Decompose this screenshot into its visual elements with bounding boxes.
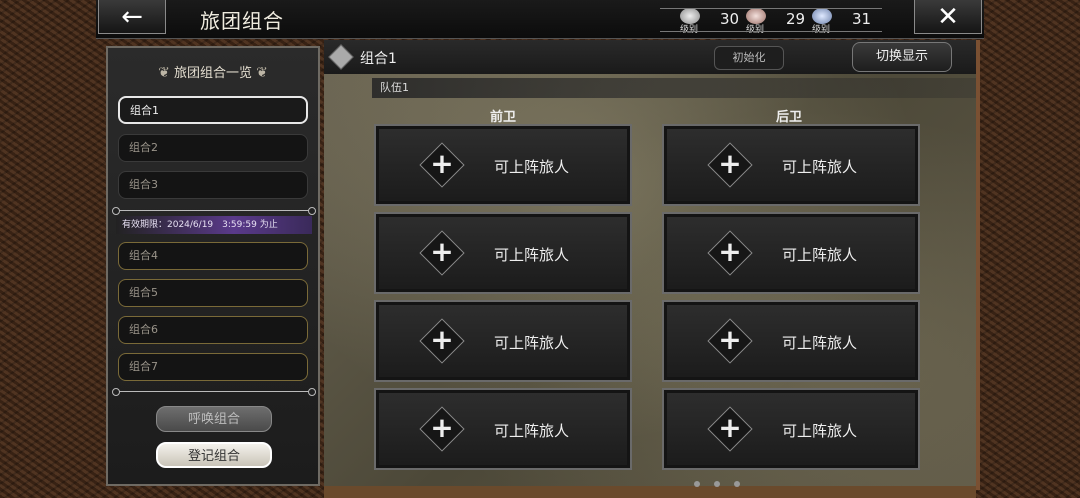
divider [112, 388, 316, 396]
close-button[interactable]: ✕ [914, 0, 982, 34]
combo-list-title: ❦ 旅团组合一览 ❦ [108, 62, 318, 81]
register-combo-button[interactable]: 登记组合 [156, 442, 272, 468]
combo-item-7[interactable]: 组合7 [118, 353, 308, 381]
party-slot-back-4[interactable]: + 可上阵旅人 [662, 388, 920, 470]
slot-label: 可上阵旅人 [782, 158, 858, 176]
party-slot-front-4[interactable]: + 可上阵旅人 [374, 388, 632, 470]
slot-label: 可上阵旅人 [494, 158, 570, 176]
expiry-notice: 有效期限：2024/6/19 3:59:59 为止 [116, 216, 312, 234]
party-slot-front-3[interactable]: + 可上阵旅人 [374, 300, 632, 382]
team-label-bar: 队伍1 [372, 78, 976, 98]
combo-list-title-text: 旅团组合一览 [173, 66, 252, 81]
slot-label: 可上阵旅人 [782, 422, 858, 440]
laurel-left-icon: ❦ [158, 65, 170, 81]
combo-item-5[interactable]: 组合5 [118, 279, 308, 307]
combo-item-4[interactable]: 组合4 [118, 242, 308, 270]
plus-icon: + [430, 235, 454, 268]
slot-label: 可上阵旅人 [782, 246, 858, 264]
plus-icon: + [430, 147, 454, 180]
pager-dot [714, 481, 720, 487]
party-slot-back-3[interactable]: + 可上阵旅人 [662, 300, 920, 382]
back-button[interactable]: ← [98, 0, 166, 34]
pager-dot [694, 481, 700, 487]
plus-icon: + [430, 323, 454, 356]
combo-name: 组合1 [360, 51, 397, 67]
combo-item-6[interactable]: 组合6 [118, 316, 308, 344]
page-title: 旅团组合 [200, 9, 284, 33]
combo-item-2[interactable]: 组合2 [118, 134, 308, 162]
slot-label: 可上阵旅人 [494, 334, 570, 352]
slot-label: 可上阵旅人 [494, 422, 570, 440]
plus-icon: + [430, 411, 454, 444]
close-icon: ✕ [937, 1, 959, 32]
combo-detail-header: 组合1 初始化 切换显示 [324, 40, 976, 74]
front-row-label: 前卫 [490, 110, 517, 125]
party-slot-front-1[interactable]: + 可上阵旅人 [374, 124, 632, 206]
combo-item-1[interactable]: 组合1 [118, 96, 308, 124]
bottom-frame-strip [324, 486, 976, 498]
plus-icon: + [718, 323, 742, 356]
edit-tag-icon[interactable] [328, 44, 354, 70]
combo-item-3[interactable]: 组合3 [118, 171, 308, 199]
back-row-label: 后卫 [776, 110, 803, 125]
combo-list-panel: ❦ 旅团组合一览 ❦ 组合1 组合2 组合3 有效期限：2024/6/19 3:… [106, 46, 320, 486]
party-slot-back-2[interactable]: + 可上阵旅人 [662, 212, 920, 294]
plus-icon: + [718, 147, 742, 180]
back-arrow-icon: ← [121, 1, 143, 32]
slot-label: 可上阵旅人 [782, 334, 858, 352]
summon-combo-button[interactable]: 呼唤组合 [156, 406, 272, 432]
currency-frame [660, 8, 882, 32]
party-slot-front-2[interactable]: + 可上阵旅人 [374, 212, 632, 294]
combo-detail-panel: 组合1 初始化 切换显示 队伍1 前卫 后卫 + 可上阵旅人 + 可上阵旅人 +… [324, 40, 980, 490]
pager-dot [734, 481, 740, 487]
initialize-button[interactable]: 初始化 [714, 46, 784, 70]
laurel-right-icon: ❦ [256, 65, 268, 81]
plus-icon: + [718, 235, 742, 268]
divider [112, 207, 316, 215]
party-slot-back-1[interactable]: + 可上阵旅人 [662, 124, 920, 206]
slot-label: 可上阵旅人 [494, 246, 570, 264]
plus-icon: + [718, 411, 742, 444]
switch-display-button[interactable]: 切换显示 [852, 42, 952, 72]
